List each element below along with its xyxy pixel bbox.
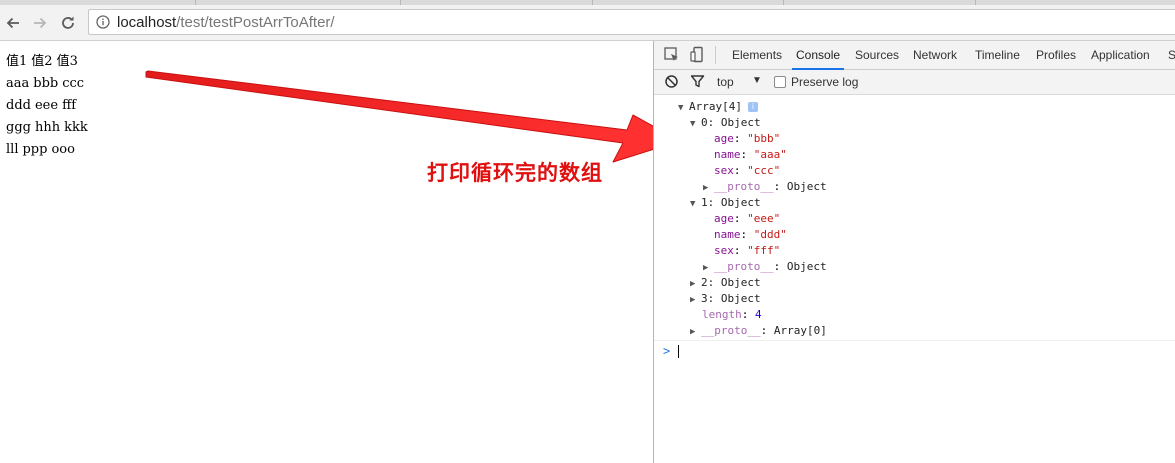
property-value: "ddd" [753, 228, 787, 241]
tab-elements[interactable]: Elements [732, 41, 782, 69]
tab-application[interactable]: Application [1091, 41, 1150, 69]
tab-sources[interactable]: Sources [855, 41, 899, 69]
prompt-chevron-icon: > [663, 344, 671, 358]
clear-console-icon[interactable] [664, 74, 679, 89]
devtools-tab-bar: Elements Console Sources Network Timelin… [654, 41, 1175, 70]
context-selector[interactable]: top [717, 70, 734, 94]
tab-profiles[interactable]: Profiles [1036, 41, 1076, 69]
caret-down-icon[interactable]: ▼ [752, 75, 762, 86]
toolbar-separator [715, 46, 716, 64]
inspect-element-icon[interactable] [663, 46, 680, 63]
length-value: 4 [755, 308, 762, 321]
proto-key: __proto__ [714, 260, 774, 273]
proto-value: Array[0] [773, 324, 827, 337]
proto-value: Object [786, 180, 827, 193]
proto-key: __proto__ [701, 324, 761, 337]
object-row[interactable]: ▶ 2: Object [690, 275, 761, 291]
tab-console[interactable]: Console [791, 41, 845, 70]
filter-icon[interactable] [690, 74, 705, 89]
console-prompt[interactable]: > [654, 340, 1175, 361]
device-toolbar-icon[interactable] [689, 46, 706, 63]
object-row[interactable]: ▼ 1: Object [690, 195, 761, 211]
property-key: sex [714, 244, 734, 257]
console-toolbar: top ▼ Preserve log [654, 70, 1175, 95]
length-key: length [702, 308, 742, 321]
proto-value: Object [786, 260, 827, 273]
object-row[interactable]: ▼ 0: Object [690, 115, 761, 131]
collapsed-triangle-icon[interactable]: ▶ [703, 180, 711, 196]
expanded-triangle-icon[interactable]: ▼ [690, 116, 698, 132]
property-value: "eee" [747, 212, 781, 225]
length-row: length: 4 [702, 308, 762, 321]
expanded-triangle-icon[interactable]: ▼ [690, 196, 698, 212]
object-label: 1: Object [701, 196, 761, 209]
property-row: name: "aaa" [714, 148, 787, 161]
tab-timeline[interactable]: Timeline [975, 41, 1020, 69]
array-row[interactable]: ▼ Array[4] i [678, 99, 758, 115]
proto-row[interactable]: ▶ __proto__: Object [703, 179, 827, 195]
preserve-log-checkbox[interactable] [774, 76, 786, 88]
object-label: 3: Object [701, 292, 761, 305]
preserve-log-label: Preserve log [791, 75, 859, 89]
text-cursor [678, 345, 679, 358]
info-badge-icon: i [747, 102, 758, 112]
collapsed-triangle-icon[interactable]: ▶ [703, 260, 711, 276]
property-row: sex: "ccc" [714, 164, 781, 177]
property-key: name [714, 148, 741, 161]
proto-row[interactable]: ▶ __proto__: Object [703, 259, 827, 275]
collapsed-triangle-icon[interactable]: ▶ [690, 324, 698, 340]
property-value: "bbb" [747, 132, 781, 145]
collapsed-triangle-icon[interactable]: ▶ [690, 276, 698, 292]
property-row: name: "ddd" [714, 228, 787, 241]
property-row: sex: "fff" [714, 244, 781, 257]
property-value: "fff" [747, 244, 781, 257]
object-label: 2: Object [701, 276, 761, 289]
devtools-panel: Elements Console Sources Network Timelin… [653, 41, 1175, 463]
object-label: 0: Object [701, 116, 761, 129]
property-row: age: "eee" [714, 212, 781, 225]
proto-row[interactable]: ▶ __proto__: Array[0] [690, 323, 827, 339]
proto-key: __proto__ [714, 180, 774, 193]
property-key: name [714, 228, 741, 241]
property-value: "ccc" [747, 164, 781, 177]
tab-network[interactable]: Network [913, 41, 957, 69]
annotation-text: 打印循环完的数组 [427, 161, 603, 185]
property-key: age [714, 132, 734, 145]
arrow-shape [145, 70, 681, 163]
object-row[interactable]: ▶ 3: Object [690, 291, 761, 307]
property-key: sex [714, 164, 734, 177]
collapsed-triangle-icon[interactable]: ▶ [690, 292, 698, 308]
tab-overflow[interactable]: Se [1168, 41, 1175, 69]
array-label: Array[4] [689, 100, 742, 113]
property-key: age [714, 212, 734, 225]
property-value: "aaa" [753, 148, 787, 161]
expanded-triangle-icon[interactable]: ▼ [678, 100, 686, 116]
property-row: age: "bbb" [714, 132, 781, 145]
